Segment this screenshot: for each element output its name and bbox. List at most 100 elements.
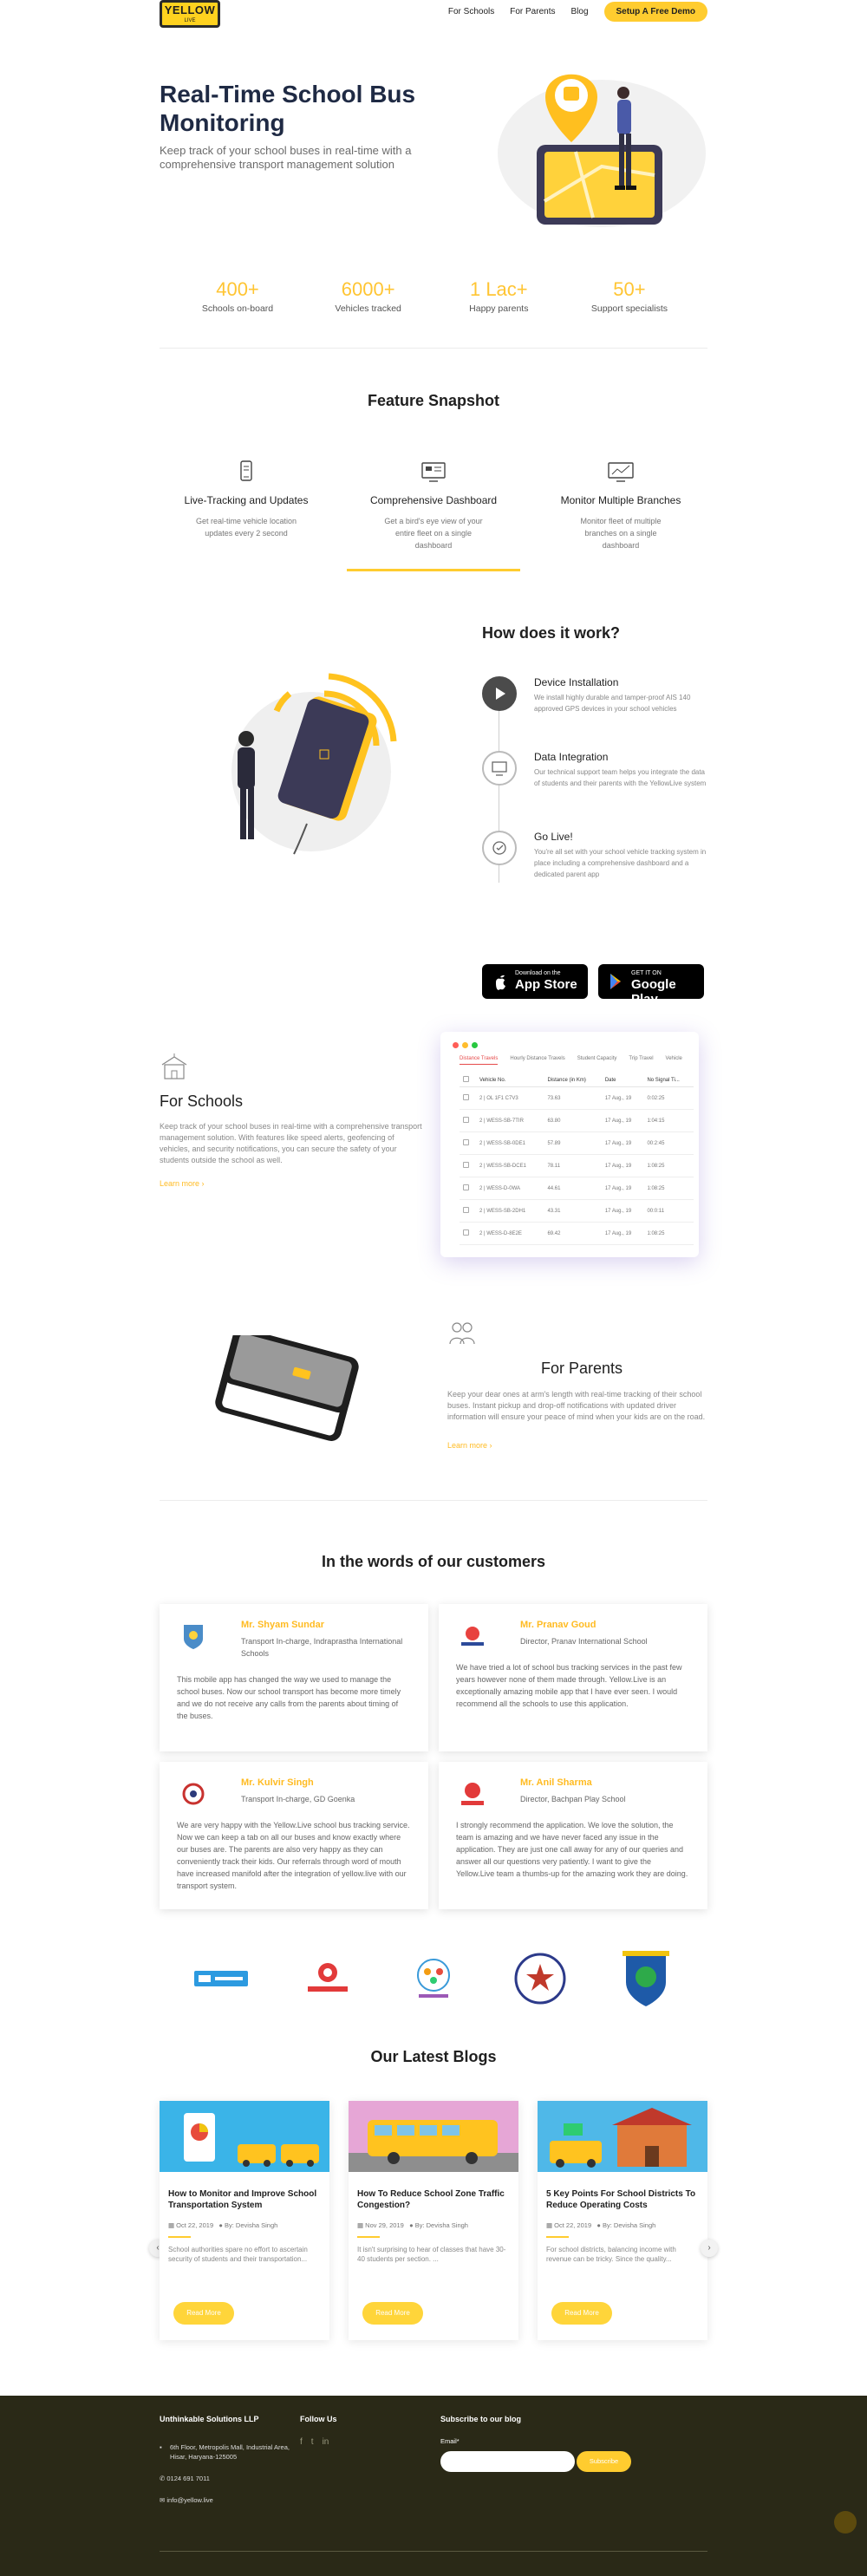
testimonials-section: In the words of our customers Mr. Shyam … (149, 1501, 718, 2340)
calendar-icon: ▦ (168, 2221, 177, 2229)
social-links: f t in (300, 2437, 337, 2447)
nav-blog[interactable]: Blog (570, 7, 588, 16)
partner-logos (160, 1944, 707, 2013)
apple-icon (496, 975, 505, 990)
subscribe-button[interactable]: Subscribe (577, 2451, 631, 2472)
yellow-live-logo[interactable]: YELLOW LIVE (160, 0, 220, 28)
column-header: Vehicle No. (476, 1073, 544, 1087)
feature-dashboard: Comprehensive Dashboard Get a bird's eye… (347, 460, 520, 551)
sparkling-minds-logo (417, 1959, 450, 1998)
blog-title[interactable]: 5 Key Points For School Districts To Red… (538, 2176, 707, 2211)
footer-subscribe-column: Subscribe to our blog Email* (440, 2415, 522, 2445)
stats-row: 400+ Schools on-board 6000+ Vehicles tra… (160, 278, 707, 348)
site-footer: Unthinkable Solutions LLP ▪ 6th Floor, Me… (0, 2396, 867, 2576)
testimonial-card: Mr. Shyam Sundar Transport In-charge, In… (160, 1604, 428, 1751)
for-schools-title: For Schools (160, 1092, 244, 1110)
nav-for-schools[interactable]: For Schools (448, 7, 494, 16)
aa-academy-logo (194, 1971, 248, 1986)
parents-icon (449, 1322, 475, 1345)
blogs-title: Our Latest Blogs (370, 2048, 497, 2065)
subscribe-email-input[interactable] (440, 2451, 575, 2472)
row-checkbox[interactable] (460, 1199, 476, 1223)
window-minimize-dot (462, 1042, 468, 1048)
bachpan-logo (461, 1783, 484, 1805)
stat-parents: 1 Lac+ Happy parents (469, 278, 529, 314)
blog-title[interactable]: How To Reduce School Zone Traffic Conges… (349, 2176, 518, 2211)
table-row: 2 | WESS-D-0WA 44.61 17 Aug., 19 1:08:25 (460, 1177, 694, 1200)
blog-card[interactable]: 5 Key Points For School Districts To Red… (538, 2101, 707, 2340)
twitter-icon[interactable]: t (311, 2437, 314, 2447)
tab-distance-travels[interactable]: Distance Travels (460, 1056, 499, 1065)
for-parents-text: Keep your dear ones at arm's length with… (447, 1390, 706, 1421)
read-more-button[interactable]: Read More (551, 2302, 612, 2325)
table-row: 2 | WESS-SB-2DH1 43.31 17 Aug., 19 00:0:11 (460, 1199, 694, 1223)
pranav-logo (461, 1627, 484, 1646)
for-parents-section: For Parents Keep your dear ones at arm's… (160, 1318, 707, 1500)
testimonial-card: Mr. Kulvir Singh Transport In-charge, GD… (160, 1762, 428, 1909)
vehicle-report-table: Vehicle No. Distance (in Km) Date No Sig… (460, 1073, 694, 1245)
footer-email[interactable]: ✉ info@yellow.live (160, 2495, 290, 2505)
read-more-button[interactable]: Read More (173, 2302, 234, 2325)
bachpan-partner-logo (307, 1963, 348, 1992)
hero-title: Real-Time School Bus Monitoring (160, 81, 416, 136)
meridian-logo (514, 1953, 565, 2005)
table-row: 2 | WESS-SB-0DE1 57.89 17 Aug., 19 00:2:45 (460, 1131, 694, 1155)
tab-trip-travel[interactable]: Trip Travel (629, 1056, 653, 1065)
footer-company-name: Unthinkable Solutions LLP (160, 2415, 259, 2423)
testimonials-title: In the words of our customers (321, 1553, 546, 1570)
schools-learn-more-link[interactable]: Learn more › (160, 1179, 205, 1188)
blog-image (349, 2101, 518, 2172)
column-header: Date (601, 1073, 644, 1087)
carousel-next-button[interactable]: › (701, 2240, 718, 2257)
active-feature-indicator (347, 569, 520, 571)
blog-image (160, 2101, 329, 2172)
footer-phone[interactable]: ✆ 0124 691 7011 (160, 2474, 290, 2483)
footer-divider (160, 2551, 707, 2552)
for-parents-title: For Parents (541, 1360, 623, 1377)
hero-subtitle: Keep track of your school buses in real-… (160, 144, 412, 171)
calendar-icon: ▦ (546, 2221, 555, 2229)
column-header (460, 1073, 476, 1087)
testimonial-card: Mr. Anil Sharma Director, Bachpan Play S… (439, 1762, 707, 1909)
row-checkbox[interactable] (460, 1086, 476, 1110)
feature-snapshot-title: Feature Snapshot (367, 392, 500, 409)
monitor-icon (608, 462, 634, 482)
blog-carousel: ‹ How to Monitor and Improve School Tran… (149, 2101, 718, 2340)
blog-meta: ▦ Oct 22, 2019 ● By: Devisha Singh (546, 2221, 656, 2229)
nav-for-parents[interactable]: For Parents (510, 7, 555, 16)
hero-section: Real-Time School Bus Monitoring Keep tra… (160, 66, 707, 278)
user-icon: ● (409, 2221, 415, 2229)
facebook-icon[interactable]: f (300, 2437, 303, 2447)
row-checkbox[interactable] (460, 1109, 476, 1132)
table-row: 2 | OL 1F1 C7V3 73.63 17 Aug., 19 0:02:25 (460, 1086, 694, 1110)
main-nav: For Schools For Parents Blog Setup A Fre… (448, 2, 707, 22)
chat-widget-button[interactable] (834, 2511, 857, 2534)
footer-company-column: Unthinkable Solutions LLP ▪ 6th Floor, Me… (160, 2415, 290, 2505)
row-checkbox[interactable] (460, 1131, 476, 1155)
row-checkbox[interactable] (460, 1154, 476, 1177)
window-close-dot (453, 1042, 459, 1048)
google-play-button[interactable]: GET IT ON Google Play (598, 964, 704, 1007)
stat-support: 50+ Support specialists (590, 278, 668, 314)
report-tabs: Distance Travels Hourly Distance Travels… (460, 1056, 699, 1065)
dashboard-icon (421, 462, 446, 482)
row-checkbox[interactable] (460, 1222, 476, 1245)
parents-learn-more-link[interactable]: Learn more › (447, 1441, 492, 1450)
feature-live-tracking: Live-Tracking and Updates Get real-time … (160, 460, 333, 551)
tab-hourly-distance[interactable]: Hourly Distance Travels (510, 1056, 564, 1065)
testimonial-card: Mr. Pranav Goud Director, Pranav Interna… (439, 1604, 707, 1751)
blog-title[interactable]: How to Monitor and Improve School Transp… (160, 2176, 329, 2211)
app-store-button[interactable]: Download on the App Store (482, 964, 588, 999)
blog-card[interactable]: How to Monitor and Improve School Transp… (160, 2101, 329, 2340)
footer-follow-column: Follow Us f t in (300, 2415, 337, 2447)
tab-vehicle[interactable]: Vehicle (666, 1056, 682, 1065)
linkedin-icon[interactable]: in (323, 2437, 329, 2447)
tab-student-capacity[interactable]: Student Capacity (577, 1056, 617, 1065)
how-it-works-title: How does it work? (482, 624, 621, 642)
read-more-button[interactable]: Read More (362, 2302, 423, 2325)
blog-card[interactable]: How To Reduce School Zone Traffic Conges… (349, 2101, 518, 2340)
feature-snapshot-section: Feature Snapshot Live-Tracking and Updat… (160, 349, 707, 624)
setup-free-demo-button[interactable]: Setup A Free Demo (603, 2, 707, 22)
row-checkbox[interactable] (460, 1177, 476, 1200)
footer-address: ▪ 6th Floor, Metropolis Mall, Industrial … (160, 2443, 290, 2461)
